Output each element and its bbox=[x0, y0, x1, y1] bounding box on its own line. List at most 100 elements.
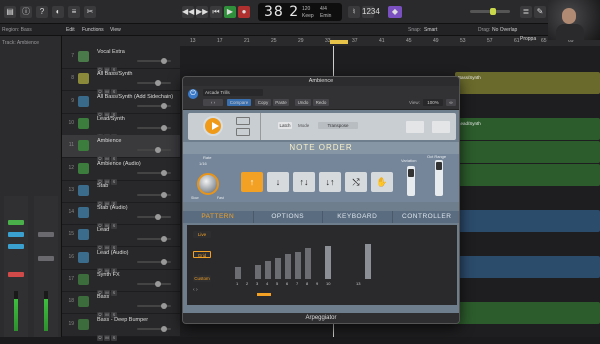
mixer-icon[interactable]: ≡ bbox=[68, 6, 80, 18]
note-order-button[interactable]: ✋ bbox=[371, 172, 393, 192]
tuner-icon[interactable]: ♮ bbox=[348, 6, 360, 18]
list-editors-icon[interactable]: ≣ bbox=[520, 6, 532, 18]
region-bass[interactable] bbox=[455, 302, 600, 324]
drag-select[interactable]: No Overlap bbox=[492, 27, 517, 33]
notes-icon[interactable]: ✎ bbox=[534, 6, 546, 18]
count-in-icon[interactable]: 1234 bbox=[362, 6, 380, 18]
paste-button[interactable]: Paste bbox=[273, 99, 289, 106]
undo-button[interactable]: Undo bbox=[295, 99, 311, 106]
track-volume-handle[interactable] bbox=[161, 325, 167, 332]
rewind-icon[interactable]: ◀◀ bbox=[182, 6, 194, 18]
link-icon[interactable]: ∞ bbox=[446, 99, 456, 106]
track-volume-slider[interactable] bbox=[137, 236, 171, 243]
track-volume-handle[interactable] bbox=[155, 147, 161, 154]
track-row[interactable]: 19 Bass - Deep Bumper ⏻ M S bbox=[62, 314, 180, 341]
track-volume-slider[interactable] bbox=[137, 303, 171, 310]
region-lead-synth[interactable]: Lead/Synth bbox=[455, 118, 600, 140]
track-volume-handle[interactable] bbox=[161, 258, 167, 265]
track-row[interactable]: 17 Synth FX ⏻ M S bbox=[62, 269, 180, 296]
keyboard-icon[interactable] bbox=[236, 117, 250, 125]
mute-button[interactable]: M bbox=[104, 334, 110, 341]
track-row[interactable]: 10Lead/Synth⏻MS bbox=[62, 113, 180, 140]
variation-slider[interactable] bbox=[407, 166, 415, 196]
tab-keyboard[interactable]: KEYBOARD bbox=[322, 211, 392, 223]
library-icon[interactable]: ▤ bbox=[4, 6, 16, 18]
live-button[interactable]: Live bbox=[193, 231, 211, 238]
track-volume-slider[interactable] bbox=[137, 80, 171, 87]
region-bass-synth[interactable]: Bass/Synth bbox=[455, 72, 600, 94]
output-slot[interactable] bbox=[8, 244, 24, 249]
track-volume-slider[interactable] bbox=[137, 325, 171, 332]
track-row[interactable]: 13 Stab ⏻ M S bbox=[62, 180, 180, 207]
inspector-icon[interactable]: ⓘ bbox=[20, 6, 32, 18]
master-volume-handle[interactable] bbox=[490, 8, 496, 15]
snap-select[interactable]: Smart bbox=[424, 27, 437, 33]
view-zoom-select[interactable]: 100% bbox=[423, 99, 443, 106]
dice-icon[interactable] bbox=[236, 128, 250, 136]
track-row[interactable]: 7 Vocal Extra ⏻ M S bbox=[62, 46, 180, 73]
power-icon[interactable]: ⏻ bbox=[188, 89, 198, 99]
go-to-start-icon[interactable]: ⏮ bbox=[210, 6, 222, 18]
edit-menu[interactable]: Edit bbox=[66, 27, 75, 33]
note-order-button[interactable]: ↓↑ bbox=[319, 172, 341, 192]
mode-select[interactable]: Transpose bbox=[318, 122, 358, 129]
note-order-button[interactable]: ↓ bbox=[267, 172, 289, 192]
track-volume-slider[interactable] bbox=[137, 214, 171, 221]
track-volume-slider[interactable] bbox=[137, 191, 171, 198]
pattern-editor[interactable]: Live Grid Custom ‹ › 1 2 3 4 5 6 7 8 9 10 13 bbox=[187, 225, 457, 305]
track-volume-handle[interactable] bbox=[161, 169, 167, 176]
track-row[interactable]: 16 Lead (Audio) ⏻ M S bbox=[62, 247, 180, 274]
custom-button[interactable]: Custom bbox=[193, 275, 211, 282]
track-volume-handle[interactable] bbox=[161, 191, 167, 198]
help-icon[interactable]: ? bbox=[36, 6, 48, 18]
region-stab[interactable] bbox=[455, 210, 600, 232]
send-slot[interactable] bbox=[8, 232, 24, 237]
power-icon[interactable]: ⏻ bbox=[97, 334, 103, 341]
lcd-display[interactable]: 38 2 120 Keep 4/4 Emin bbox=[258, 3, 342, 21]
solo-button[interactable]: S bbox=[111, 334, 117, 341]
master-volume-slider[interactable] bbox=[470, 8, 510, 15]
track-row[interactable]: 14 Stab (Audio) ⏻ M S bbox=[62, 202, 180, 230]
track-volume-slider[interactable] bbox=[137, 124, 171, 131]
compare-button[interactable]: Compare bbox=[227, 99, 251, 106]
track-volume-handle[interactable] bbox=[155, 281, 161, 287]
record-icon[interactable]: ● bbox=[238, 6, 250, 18]
pattern-step-bar[interactable] bbox=[235, 266, 241, 279]
tab-pattern[interactable]: PATTERN bbox=[183, 211, 253, 223]
collaboration-icon[interactable]: ◆ bbox=[388, 6, 402, 18]
track-volume-handle[interactable] bbox=[161, 58, 167, 64]
pattern-step-bar[interactable] bbox=[365, 243, 371, 279]
track-volume-slider[interactable] bbox=[137, 102, 171, 109]
playhead-marker[interactable] bbox=[330, 40, 348, 44]
variation-handle[interactable] bbox=[408, 169, 414, 177]
forward-icon[interactable]: ▶▶ bbox=[196, 6, 208, 18]
track-row[interactable]: 9 All Bass/Synth (Add Sidechain) ⏻ M S bbox=[62, 91, 180, 118]
editors-icon[interactable]: ✂ bbox=[84, 6, 96, 18]
mute-slot[interactable] bbox=[8, 272, 24, 277]
eq-slot[interactable] bbox=[8, 220, 24, 225]
pattern-step-bar[interactable] bbox=[305, 248, 311, 279]
oct-range-handle[interactable] bbox=[436, 162, 442, 170]
note-order-button[interactable]: ↑↓ bbox=[293, 172, 315, 192]
latch-button[interactable]: Latch bbox=[278, 122, 292, 129]
rate-knob[interactable] bbox=[197, 173, 219, 195]
region-lead[interactable] bbox=[455, 256, 600, 278]
track-volume-slider[interactable] bbox=[137, 147, 171, 154]
view-menu[interactable]: View bbox=[110, 27, 121, 33]
bus-slot[interactable] bbox=[38, 232, 54, 237]
track-volume-handle[interactable] bbox=[161, 236, 167, 243]
redo-button[interactable]: Redo bbox=[313, 99, 329, 106]
functions-menu[interactable]: Functions bbox=[82, 27, 104, 33]
region-ambience-audio[interactable] bbox=[455, 164, 600, 186]
track-volume-handle[interactable] bbox=[155, 80, 161, 87]
preset-select[interactable]: Arcade Trills bbox=[203, 89, 263, 96]
grid-button[interactable]: Grid bbox=[193, 251, 211, 258]
reset-button[interactable] bbox=[432, 121, 450, 133]
tab-controller[interactable]: CONTROLLER bbox=[391, 211, 460, 223]
copy-button[interactable]: Copy bbox=[255, 99, 271, 106]
track-row[interactable]: 15 Lead ⏻ M S bbox=[62, 224, 180, 252]
pattern-step-bar[interactable] bbox=[295, 251, 301, 279]
track-volume-handle[interactable] bbox=[161, 124, 167, 131]
track-volume-handle[interactable] bbox=[155, 214, 161, 221]
arp-play-button[interactable] bbox=[203, 116, 223, 136]
